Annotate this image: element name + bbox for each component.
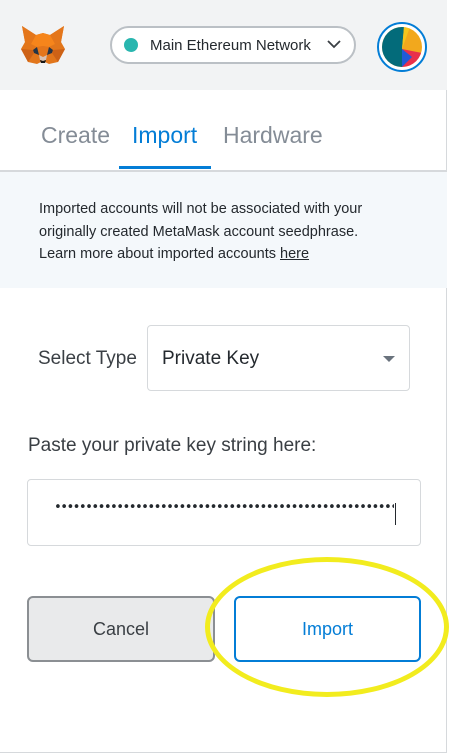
info-line-1: Imported accounts will not be associated…	[39, 201, 363, 217]
tab-hardware[interactable]: Hardware	[223, 122, 323, 149]
import-type-value: Private Key	[162, 348, 260, 369]
active-tab-indicator	[119, 166, 211, 169]
info-line-3: Learn more about imported accounts	[39, 246, 280, 262]
dropdown-caret-icon	[383, 356, 395, 362]
private-key-label: Paste your private key string here:	[28, 435, 317, 456]
account-avatar-icon	[382, 27, 422, 67]
import-button[interactable]: Import	[234, 596, 421, 662]
info-line-2: originally created MetaMask account seed…	[39, 223, 359, 240]
tab-create[interactable]: Create	[41, 122, 110, 149]
select-type-label: Select Type	[38, 348, 137, 369]
import-info-banner: Imported accounts will not be associated…	[0, 172, 447, 288]
network-status-dot	[124, 38, 138, 52]
network-selector[interactable]: Main Ethereum Network	[110, 26, 356, 64]
learn-more-link[interactable]: here	[280, 246, 309, 262]
chevron-down-icon	[327, 40, 341, 49]
cancel-button[interactable]: Cancel	[27, 596, 215, 662]
account-type-tabs: Create Import Hardware	[0, 90, 447, 170]
tab-import[interactable]: Import	[132, 122, 197, 149]
metamask-fox-icon[interactable]	[20, 24, 66, 66]
private-key-masked-value: ••••••••••••••••••••••••••••••••••••••••…	[54, 500, 394, 515]
network-label: Main Ethereum Network	[150, 36, 311, 54]
import-info-text: Imported accounts will not be associated…	[39, 198, 399, 266]
app-header: Main Ethereum Network	[0, 0, 447, 90]
private-key-input[interactable]: ••••••••••••••••••••••••••••••••••••••••…	[27, 479, 421, 546]
account-menu-button[interactable]	[377, 22, 427, 72]
import-type-dropdown[interactable]: Private Key	[147, 325, 410, 391]
text-cursor	[395, 503, 396, 525]
